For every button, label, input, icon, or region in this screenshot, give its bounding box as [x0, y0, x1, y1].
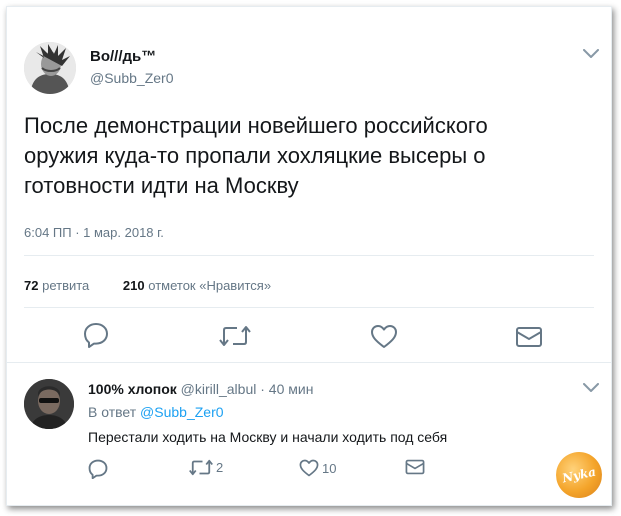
- reply-icon[interactable]: [83, 322, 109, 348]
- author-handle[interactable]: @Subb_Zer0: [90, 70, 173, 86]
- reply-text: Перестали ходить на Москву и начали ходи…: [88, 429, 448, 445]
- reply-to-line: В ответ @Subb_Zer0: [88, 404, 224, 420]
- chevron-down-icon[interactable]: [583, 383, 599, 393]
- likes-stat[interactable]: 210 отметок «Нравится»: [123, 278, 271, 293]
- heart-icon[interactable]: [370, 324, 398, 349]
- tweet-timestamp[interactable]: 6:04 ПП · 1 мар. 2018 г.: [24, 225, 164, 240]
- reply-retweet-count: 2: [216, 460, 224, 475]
- divider: [7, 362, 611, 363]
- retweets-stat[interactable]: 72 ретвита: [24, 278, 89, 293]
- reply-like-button[interactable]: 10: [299, 459, 336, 477]
- reply-icon: [88, 459, 108, 479]
- reply-author-avatar[interactable]: [24, 379, 74, 429]
- reply-header: 100% хлопок @kirill_albul · 40 мин: [88, 381, 313, 397]
- reply-to-handle[interactable]: @Subb_Zer0: [140, 404, 223, 420]
- tweet-card: Во///дь™ @Subb_Zer0 После демонстрации н…: [6, 6, 612, 506]
- reply-reply-button[interactable]: [88, 459, 108, 479]
- reply-author-name[interactable]: 100% хлопок: [88, 381, 177, 397]
- reply-like-count: 10: [322, 460, 337, 476]
- reply-retweet-button[interactable]: 2: [189, 459, 223, 476]
- author-avatar[interactable]: [24, 42, 76, 94]
- retweets-count: 72: [24, 278, 39, 293]
- retweet-icon: [189, 459, 213, 476]
- divider: [24, 255, 594, 256]
- avatar-portrait-icon: [24, 42, 76, 94]
- separator: ·: [260, 381, 265, 397]
- reply-author-handle[interactable]: @kirill_albul: [181, 381, 257, 397]
- watermark-text: Nyka: [560, 464, 598, 486]
- divider: [24, 307, 594, 308]
- avatar-portrait-icon: [24, 379, 74, 429]
- tweet-stats: 72 ретвита 210 отметок «Нравится»: [24, 278, 271, 293]
- retweets-label: ретвита: [42, 278, 90, 293]
- chevron-down-icon[interactable]: [583, 49, 599, 59]
- likes-label: отметок «Нравится»: [148, 278, 272, 293]
- message-icon[interactable]: [515, 326, 543, 348]
- message-icon: [405, 459, 425, 475]
- heart-icon: [299, 459, 319, 477]
- author-name[interactable]: Во///дь™: [90, 48, 156, 65]
- reply-message-button[interactable]: [405, 459, 425, 475]
- retweet-icon[interactable]: [219, 325, 251, 347]
- tweet-text: После демонстрации новейшего российского…: [24, 113, 488, 198]
- reply-time[interactable]: 40 мин: [269, 381, 314, 397]
- likes-count: 210: [122, 278, 145, 293]
- reply-to-prefix: В ответ: [88, 404, 137, 420]
